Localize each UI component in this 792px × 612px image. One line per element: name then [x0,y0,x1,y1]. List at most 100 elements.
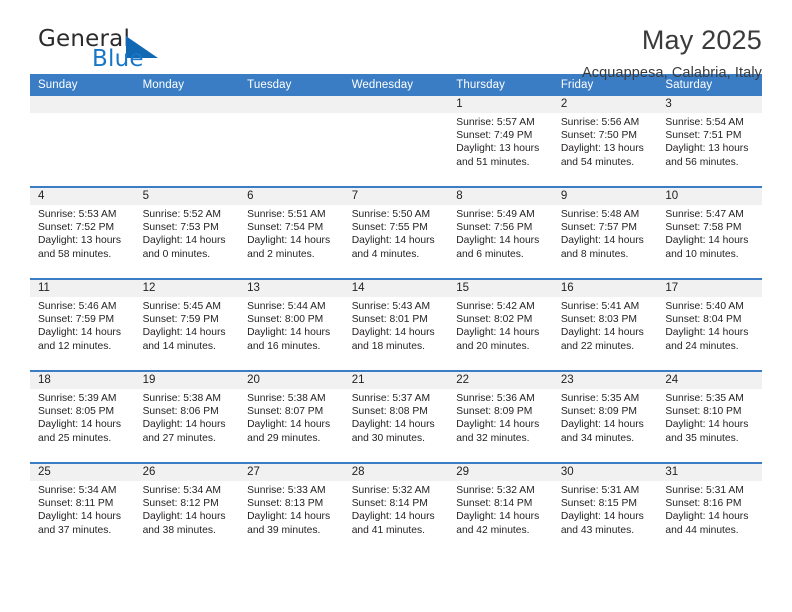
sunrise-time: Sunrise: 5:34 AM [38,485,117,496]
calendar-week-row: 11 Sunrise: 5:46 AM Sunset: 7:59 PM Dayligh… [30,278,762,371]
calendar-day-cell[interactable]: 17 Sunrise: 5:40 AM Sunset: 8:04 PM Dayligh… [657,278,762,371]
sunrise-time: Sunrise: 5:53 AM [38,209,117,220]
calendar-day-cell[interactable]: 22 Sunrise: 5:36 AM Sunset: 8:09 PM Dayligh… [448,370,553,463]
sunset-time: Sunset: 8:06 PM [142,406,219,418]
calendar-week-row: 18 Sunrise: 5:39 AM Sunset: 8:05 PM Dayligh… [30,370,762,463]
calendar-day-cell[interactable]: 23 Sunrise: 5:35 AM Sunset: 8:09 PM Dayligh… [552,370,658,463]
sunrise-time: Sunrise: 5:51 AM [247,209,326,220]
sunset-time: Sunset: 7:49 PM [456,130,533,142]
calendar-day-cell[interactable]: 29 Sunrise: 5:32 AM Sunset: 8:14 PM Dayligh… [448,462,553,554]
day-cell-details: Sunrise: 5:54 AM Sunset: 7:51 PM Daylight:… [657,113,762,169]
daylight-duration-line2: and 2 minutes. [247,248,315,260]
calendar-week-row: 4 Sunrise: 5:53 AM Sunset: 7:52 PM Daylight… [30,186,762,279]
day-cell-details: Sunrise: 5:42 AM Sunset: 8:02 PM Daylight:… [448,297,553,353]
calendar-week-row: 1 Sunrise: 5:57 AM Sunset: 7:49 PM Daylight… [30,96,762,187]
day-number: 11 [30,280,135,297]
daylight-duration-line1: Daylight: 14 hours [456,419,540,431]
calendar-day-cell[interactable]: 27 Sunrise: 5:33 AM Sunset: 8:13 PM Dayligh… [239,462,344,554]
calendar-day-cell[interactable]: 18 Sunrise: 5:39 AM Sunset: 8:05 PM Dayligh… [30,370,135,463]
calendar-day-cell[interactable]: 4 Sunrise: 5:53 AM Sunset: 7:52 PM Daylight… [30,186,135,279]
day-cell-inner: 31 Sunrise: 5:31 AM Sunset: 8:16 PM Dayligh… [657,464,762,554]
day-number: 3 [657,96,762,113]
calendar-day-cell[interactable]: 16 Sunrise: 5:41 AM Sunset: 8:03 PM Dayligh… [552,278,658,371]
day-cell-inner: 23 Sunrise: 5:35 AM Sunset: 8:09 PM Dayligh… [552,372,658,462]
calendar-day-cell[interactable]: 3 Sunrise: 5:54 AM Sunset: 7:51 PM Daylight… [657,96,762,187]
daylight-duration-line2: and 4 minutes. [351,248,420,260]
calendar-day-cell[interactable]: 14 Sunrise: 5:43 AM Sunset: 8:01 PM Dayligh… [343,278,449,371]
sunrise-time: Sunrise: 5:44 AM [247,301,326,312]
sunrise-time: Sunrise: 5:54 AM [665,117,744,128]
sunset-time: Sunset: 8:03 PM [560,314,637,326]
calendar-day-cell[interactable]: 31 Sunrise: 5:31 AM Sunset: 8:16 PM Dayligh… [657,462,762,554]
logo-text-blue: Blue [92,46,144,72]
calendar-day-cell[interactable]: 8 Sunrise: 5:49 AM Sunset: 7:56 PM Daylight… [448,186,553,279]
daylight-duration-line2: and 43 minutes. [560,524,635,536]
daylight-duration-line1: Daylight: 14 hours [142,327,226,339]
day-cell-details: Sunrise: 5:41 AM Sunset: 8:03 PM Daylight:… [553,297,658,353]
daylight-duration-line2: and 39 minutes. [247,524,321,536]
calendar-day-cell[interactable]: 1 Sunrise: 5:57 AM Sunset: 7:49 PM Daylight… [448,96,553,187]
daylight-duration-line2: and 6 minutes. [456,248,524,260]
sunrise-time: Sunrise: 5:35 AM [560,393,640,404]
sunset-time: Sunset: 8:12 PM [142,498,219,510]
day-number: 28 [343,464,449,481]
day-cell-inner: 22 Sunrise: 5:36 AM Sunset: 8:09 PM Dayligh… [448,372,553,462]
daylight-duration-line2: and 25 minutes. [38,432,112,444]
calendar-day-cell[interactable]: 2 Sunrise: 5:56 AM Sunset: 7:50 PM Daylight… [552,96,658,187]
calendar-day-cell[interactable]: 19 Sunrise: 5:38 AM Sunset: 8:06 PM Dayligh… [134,370,240,463]
calendar-day-cell[interactable]: 11 Sunrise: 5:46 AM Sunset: 7:59 PM Dayligh… [30,278,135,371]
day-cell-details: Sunrise: 5:31 AM Sunset: 8:15 PM Daylight:… [553,481,658,537]
calendar-day-cell-empty [343,96,449,187]
day-cell-details: Sunrise: 5:53 AM Sunset: 7:52 PM Daylight:… [30,205,135,261]
day-number: 1 [448,96,553,113]
calendar-day-cell[interactable]: 12 Sunrise: 5:45 AM Sunset: 7:59 PM Dayligh… [134,278,240,371]
day-cell-details: Sunrise: 5:39 AM Sunset: 8:05 PM Daylight:… [30,389,135,445]
day-cell-details: Sunrise: 5:50 AM Sunset: 7:55 PM Daylight:… [344,205,449,261]
day-cell-details: Sunrise: 5:35 AM Sunset: 8:10 PM Daylight:… [657,389,762,445]
sunset-time: Sunset: 8:09 PM [560,406,637,418]
daylight-duration-line1: Daylight: 14 hours [351,327,435,339]
sunrise-time: Sunrise: 5:49 AM [456,209,535,220]
day-cell-inner: 21 Sunrise: 5:37 AM Sunset: 8:08 PM Dayligh… [343,372,449,462]
calendar-day-cell[interactable]: 20 Sunrise: 5:38 AM Sunset: 8:07 PM Dayligh… [239,370,344,463]
sunset-time: Sunset: 7:55 PM [351,222,428,234]
day-number: 7 [343,188,449,205]
sunset-time: Sunset: 7:52 PM [38,222,115,234]
calendar-day-cell[interactable]: 28 Sunrise: 5:32 AM Sunset: 8:14 PM Dayligh… [343,462,449,554]
day-cell-details: Sunrise: 5:35 AM Sunset: 8:09 PM Daylight:… [553,389,658,445]
daylight-duration-line2: and 32 minutes. [456,432,530,444]
day-number [134,96,240,113]
sunset-time: Sunset: 8:08 PM [351,406,428,418]
calendar-day-cell[interactable]: 7 Sunrise: 5:50 AM Sunset: 7:55 PM Daylight… [343,186,449,279]
daylight-duration-line2: and 58 minutes. [38,248,112,260]
calendar-day-cell[interactable]: 25 Sunrise: 5:34 AM Sunset: 8:11 PM Dayligh… [30,462,135,554]
daylight-duration-line2: and 16 minutes. [247,340,321,352]
daylight-duration-line1: Daylight: 14 hours [456,327,540,339]
general-blue-logo[interactable]: General Blue [30,24,210,80]
calendar-day-cell[interactable]: 5 Sunrise: 5:52 AM Sunset: 7:53 PM Daylight… [134,186,240,279]
daylight-duration-line1: Daylight: 14 hours [38,511,121,523]
day-cell-inner: 14 Sunrise: 5:43 AM Sunset: 8:01 PM Dayligh… [343,280,449,370]
calendar-day-cell[interactable]: 9 Sunrise: 5:48 AM Sunset: 7:57 PM Daylight… [552,186,658,279]
calendar-day-cell[interactable]: 24 Sunrise: 5:35 AM Sunset: 8:10 PM Dayligh… [657,370,762,463]
sunset-time: Sunset: 8:05 PM [38,406,115,418]
day-number: 5 [134,188,240,205]
weekday-header-thursday: Thursday [448,74,553,96]
day-cell-inner: 4 Sunrise: 5:53 AM Sunset: 7:52 PM Daylight… [30,188,135,278]
calendar-day-cell[interactable]: 13 Sunrise: 5:44 AM Sunset: 8:00 PM Dayligh… [239,278,344,371]
sunset-time: Sunset: 8:10 PM [665,406,742,418]
calendar-day-cell[interactable]: 15 Sunrise: 5:42 AM Sunset: 8:02 PM Dayligh… [448,278,553,371]
daylight-duration-line1: Daylight: 13 hours [560,143,644,155]
sunrise-time: Sunrise: 5:39 AM [38,393,117,404]
day-cell-details: Sunrise: 5:57 AM Sunset: 7:49 PM Daylight:… [448,113,553,169]
calendar-day-cell[interactable]: 6 Sunrise: 5:51 AM Sunset: 7:54 PM Daylight… [239,186,344,279]
day-number: 31 [657,464,762,481]
calendar-day-cell[interactable]: 10 Sunrise: 5:47 AM Sunset: 7:58 PM Dayligh… [657,186,762,279]
day-cell-details: Sunrise: 5:37 AM Sunset: 8:08 PM Daylight:… [344,389,449,445]
daylight-duration-line2: and 44 minutes. [665,524,739,536]
calendar-day-cell-empty [30,96,135,187]
calendar-day-cell[interactable]: 30 Sunrise: 5:31 AM Sunset: 8:15 PM Dayligh… [552,462,658,554]
sunset-time: Sunset: 8:07 PM [247,406,324,418]
calendar-day-cell[interactable]: 26 Sunrise: 5:34 AM Sunset: 8:12 PM Dayligh… [134,462,240,554]
calendar-day-cell[interactable]: 21 Sunrise: 5:37 AM Sunset: 8:08 PM Dayligh… [343,370,449,463]
